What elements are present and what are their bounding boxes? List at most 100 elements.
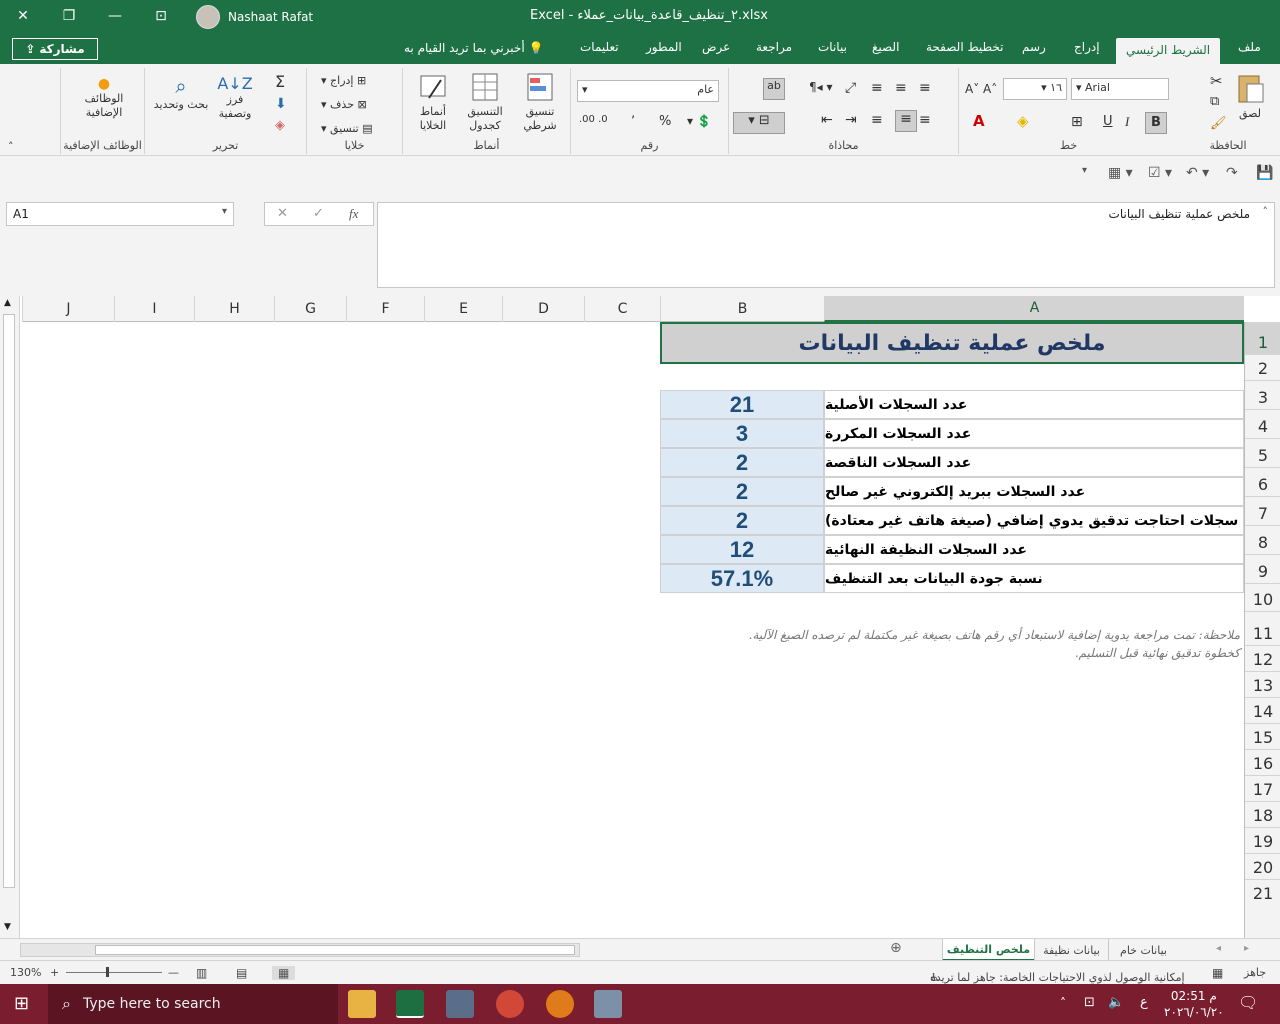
notifications-icon[interactable]: 🗨 [1238,993,1258,1012]
summary-value-cell[interactable]: 21 [660,390,824,419]
form-icon[interactable]: ▦ ▾ [1108,165,1133,181]
row-header-2[interactable]: 2 [1245,354,1280,380]
insert-function-icon[interactable]: fx [349,206,358,222]
tray-chevron-icon[interactable]: ˄ [1060,996,1066,1010]
redo-icon[interactable]: ↷ [1226,165,1238,181]
decrease-font-icon[interactable]: A˅ A˄ [965,82,997,96]
align-bottom-icon[interactable]: ≡ [871,80,883,96]
currency-icon[interactable]: ▾ 💲 [687,114,712,128]
language-indicator[interactable]: ع [1140,995,1148,1010]
row-header-11[interactable]: 11 [1245,611,1280,645]
summary-value-cell[interactable]: 2 [660,448,824,477]
sheet-tab-raw-data[interactable]: بيانات خام [1108,939,1178,961]
format-painter-icon[interactable]: 🖌 [1210,116,1227,131]
excel-taskbar-icon[interactable] [396,990,424,1018]
row-header-8[interactable]: 8 [1245,525,1280,554]
font-size-select[interactable]: ▾ ١٦ [1003,78,1067,100]
decimal-icon[interactable]: .00 .0 [579,114,608,125]
minimize-icon[interactable]: — [92,0,138,32]
merge-center-icon[interactable]: ▾ ⊟ [733,112,785,134]
tab-draw[interactable]: رسم [1022,40,1046,64]
row-header-1[interactable]: 1 [1245,322,1280,354]
page-layout-view-icon[interactable]: ▤ [236,966,247,980]
sort-filter-button[interactable]: A↓Z فرز وتصفية [209,74,261,121]
tab-review[interactable]: مراجعة [756,40,792,64]
normal-view-icon[interactable]: ▦ [272,966,296,980]
tab-file[interactable]: ملف [1238,40,1261,64]
font-name-select[interactable]: ▾ Arial [1071,78,1169,100]
orientation-icon[interactable]: ⤢ [845,80,856,96]
cell-styles-button[interactable]: أنماط الخلايا [407,72,459,133]
number-format-select[interactable]: ▾ عام [577,80,719,102]
summary-label-cell[interactable]: نسبة جودة البيانات بعد التنظيف [824,564,1244,593]
summary-label-cell[interactable]: عدد السجلات المكررة [824,419,1244,448]
collapse-ribbon-icon[interactable]: ˄ [8,140,14,153]
summary-value-cell[interactable]: 57.1% [660,564,824,593]
fill-icon[interactable]: ⬇ [275,96,287,112]
delete-cells-button[interactable]: ▾ حذف ⊠ [321,98,367,111]
row-header-7[interactable]: 7 [1245,496,1280,525]
paste-button[interactable]: لصق [1230,72,1270,120]
align-middle-icon[interactable]: ≡ [895,80,907,96]
undo-icon[interactable]: ↶ ▾ [1186,165,1209,181]
formula-input[interactable]: ملخص عملية تنظيف البيانات ˄ [377,202,1275,288]
row-header-20[interactable]: 20 [1245,853,1280,879]
align-right-icon[interactable]: ≡ [919,112,931,128]
row-header-21[interactable]: 21 [1245,879,1280,905]
italic-button[interactable]: I [1125,114,1129,130]
row-header-16[interactable]: 16 [1245,749,1280,775]
format-as-table-button[interactable]: التنسيق كجدول [459,72,511,133]
column-header-d[interactable]: D [502,296,584,322]
spell-check-icon[interactable]: ☑ ▾ [1148,165,1172,181]
column-header-g[interactable]: G [274,296,346,322]
calculator-icon[interactable] [446,990,474,1018]
windows-start-icon[interactable]: ⊞ [14,993,29,1014]
horizontal-scroll-thumb[interactable] [95,945,575,955]
wrap-text-icon[interactable]: ab [763,78,785,100]
sheet-prev-icon[interactable]: ◂ [1216,943,1221,954]
vertical-scroll-thumb[interactable] [3,314,15,888]
collapse-formula-icon[interactable]: ˄ [1263,205,1269,218]
summary-value-cell[interactable]: 3 [660,419,824,448]
align-center-icon[interactable]: ≡ [895,110,917,132]
sheet-tab-clean-data[interactable]: بيانات نظيفة [1034,939,1108,961]
note-text[interactable]: ملاحظة: تمت مراجعة يدوية إضافية لاستبعاد… [670,626,1240,662]
tab-developer[interactable]: المطور [646,40,682,64]
text-direction-icon[interactable]: ¶◂ ▾ [809,80,833,94]
copy-icon[interactable]: ⧉ [1210,94,1219,109]
ribbon-display-icon[interactable]: ⊡ [138,0,184,32]
close-icon[interactable]: ✕ [0,0,46,32]
tab-help[interactable]: تعليمات [580,40,619,64]
tab-insert[interactable]: إدراج [1074,40,1100,64]
borders-icon[interactable]: ⊞ [1071,114,1083,130]
column-header-f[interactable]: F [346,296,424,322]
worksheet-grid[interactable]: ▲ ▼ J I H G F E D C B A 1 2 3 4 5 6 7 8 9 10 11 12 1… [0,296,1280,938]
column-header-j[interactable]: J [22,296,114,322]
row-header-13[interactable]: 13 [1245,671,1280,697]
summary-value-cell[interactable]: 2 [660,477,824,506]
summary-label-cell[interactable]: عدد السجلات الأصلية [824,390,1244,419]
macro-record-icon[interactable]: ▦ [1212,966,1223,980]
name-box[interactable]: A1 ▾ [6,202,234,226]
summary-value-cell[interactable]: 12 [660,535,824,564]
summary-label-cell[interactable]: سجلات احتاجت تدقيق يدوي إضافي (صيغة هاتف… [824,506,1244,535]
zoom-out-icon[interactable]: — [168,966,179,979]
format-cells-button[interactable]: ▾ تنسيق ▤ [321,122,373,135]
bold-button[interactable]: B [1145,112,1167,134]
font-color-icon[interactable]: A [973,112,985,130]
tell-me-search[interactable]: أخبرني بما تريد القيام به 💡 [404,41,543,55]
tab-formulas[interactable]: الصيغ [872,40,899,64]
row-header-10[interactable]: 10 [1245,583,1280,611]
find-select-button[interactable]: ⌕ بحث وتحديد [153,74,209,112]
tray-icon[interactable]: ⊡ [1084,995,1095,1010]
tab-page-layout[interactable]: تخطيط الصفحة [926,40,1003,64]
row-header-12[interactable]: 12 [1245,645,1280,671]
zoom-in-icon[interactable]: + [50,966,59,979]
autosum-icon[interactable]: Σ [275,72,285,91]
restore-icon[interactable]: ❐ [46,0,92,32]
tab-home[interactable]: الشريط الرئيسي [1116,38,1221,64]
tab-data[interactable]: بيانات [818,40,847,64]
file-explorer-icon[interactable] [348,990,376,1018]
scroll-down-icon[interactable]: ▼ [4,922,11,932]
conditional-formatting-button[interactable]: تنسيق شرطي [513,72,567,133]
